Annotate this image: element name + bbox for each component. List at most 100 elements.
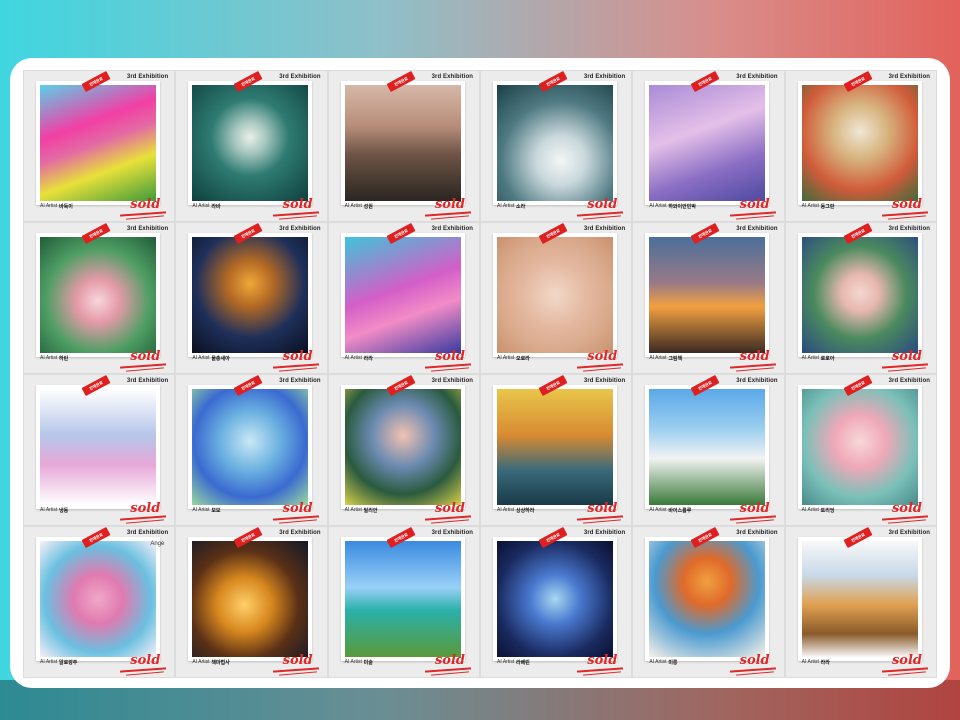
artwork-image[interactable]: [40, 237, 156, 353]
exhibition-label: 3rd Exhibition: [431, 74, 473, 80]
sold-underline: [888, 367, 926, 372]
sold-underline: [583, 215, 622, 220]
artist-label: AI Artist: [496, 355, 515, 361]
sold-label: sold: [739, 349, 770, 364]
artwork-image[interactable]: [496, 389, 613, 505]
exhibition-label: 3rd Exhibition: [279, 378, 321, 384]
artwork-frame: [36, 537, 160, 661]
artwork-card[interactable]: 3rd Exhibition 판매완료 AI Artist 냉동 sold: [23, 374, 176, 526]
sold-underline: [583, 367, 622, 372]
artwork-image[interactable]: [496, 541, 613, 657]
exhibition-label: 3rd Exhibition: [736, 378, 778, 384]
artwork-image[interactable]: [192, 237, 309, 353]
artwork-image[interactable]: [801, 389, 918, 505]
artwork-card[interactable]: 3rd Exhibition 판매완료 AI Artist 성원 sold: [327, 70, 480, 222]
artwork-frame: [340, 233, 465, 357]
artwork-image[interactable]: [40, 541, 156, 657]
artwork-title: 라라: [363, 356, 373, 362]
sold-underline: [735, 215, 774, 220]
artwork-image[interactable]: [649, 237, 766, 353]
artwork-card[interactable]: 3rd Exhibition 판매완료 AI Artist 밀리안 sold: [327, 374, 480, 526]
artwork-card[interactable]: 3rd Exhibition 판매완료 AI Artist 라베린 sold: [479, 526, 633, 678]
artwork-card[interactable]: 3rd Exhibition 판매완료 AI Artist 미술 sold: [327, 526, 480, 678]
artwork-card[interactable]: 3rd Exhibition 판매완료 AI Artist 바둑이 sold: [23, 70, 176, 222]
artwork-title: 성원: [363, 204, 373, 210]
artwork-frame: [188, 81, 313, 205]
artwork-frame: [492, 233, 617, 357]
artwork-image[interactable]: [192, 389, 309, 505]
artwork-card[interactable]: 3rd Exhibition 판매완료 AI Artist 라라 sold: [327, 222, 480, 374]
artwork-image[interactable]: [649, 541, 766, 657]
artwork-card[interactable]: 3rd Exhibition 판매완료 AI Artist 하린 sold: [23, 222, 176, 374]
artwork-card[interactable]: 3rd Exhibition 판매완료 AI Artist 미롱 sold: [632, 526, 785, 678]
artwork-frame: [645, 385, 770, 509]
artwork-image[interactable]: [344, 85, 461, 201]
sold-underline: [888, 215, 926, 220]
artwork-frame: [340, 81, 465, 205]
artwork-card[interactable]: 3rd Exhibition 판매완료 Ange AI Artist 알로랑주 sold: [23, 526, 176, 678]
sold-label: sold: [434, 653, 465, 668]
artwork-card[interactable]: 3rd Exhibition 판매완료 AI Artist 로로아 sold: [784, 222, 937, 374]
artwork-image[interactable]: [496, 237, 613, 353]
sold-label: sold: [739, 653, 770, 668]
artwork-image[interactable]: [496, 85, 613, 201]
artwork-card[interactable]: 3rd Exhibition 판매완료 AI Artist 토리엉 sold: [784, 374, 937, 526]
exhibition-label: 3rd Exhibition: [431, 226, 473, 232]
exhibition-label: 3rd Exhibition: [736, 530, 778, 536]
exhibition-label: 3rd Exhibition: [279, 530, 321, 536]
sold-label: sold: [282, 501, 313, 516]
artwork-card[interactable]: 3rd Exhibition 판매완료 AI Artist 라바 sold: [175, 70, 328, 222]
sold-label: sold: [282, 653, 313, 668]
exhibition-label: 3rd Exhibition: [126, 74, 169, 80]
artwork-image[interactable]: [344, 237, 461, 353]
artwork-title: 로로아: [820, 356, 835, 362]
artwork-frame: [188, 537, 313, 661]
exhibition-label: 3rd Exhibition: [583, 378, 626, 384]
artwork-title: 책마법사: [211, 660, 230, 666]
artwork-image[interactable]: [801, 541, 918, 657]
artwork-title: 바이스롤루: [668, 508, 692, 514]
exhibition-label: 3rd Exhibition: [279, 226, 321, 232]
sold-label: sold: [130, 653, 161, 668]
sold-label: sold: [739, 501, 770, 516]
artist-label: AI Artist: [649, 659, 667, 665]
artwork-image[interactable]: [192, 85, 309, 201]
sold-underline: [278, 215, 317, 220]
artwork-frame: [36, 385, 160, 509]
artwork-image[interactable]: [801, 237, 918, 353]
artwork-image[interactable]: [649, 85, 766, 201]
artwork-image[interactable]: [344, 541, 461, 657]
artwork-frame: [645, 233, 770, 357]
artwork-card[interactable]: 3rd Exhibition 판매완료 AI Artist 책마법사 sold: [175, 526, 328, 678]
artwork-image[interactable]: [344, 389, 461, 505]
artwork-frame: [492, 385, 617, 509]
artwork-image[interactable]: [192, 541, 309, 657]
artwork-frame: [797, 81, 922, 205]
artwork-card[interactable]: 3rd Exhibition 판매완료 AI Artist 소라 sold: [479, 70, 633, 222]
artwork-frame: [340, 537, 465, 661]
artwork-card[interactable]: 3rd Exhibition 판매완료 AI Artist 모모 sold: [175, 374, 328, 526]
artwork-image[interactable]: [40, 85, 156, 201]
artwork-title: 라베린: [515, 660, 530, 666]
artwork-image[interactable]: [40, 389, 156, 505]
artwork-title: 라라: [820, 660, 830, 666]
artwork-image[interactable]: [801, 85, 918, 201]
artwork-card[interactable]: 3rd Exhibition 판매완료 AI Artist 하와이안민박 sold: [632, 70, 785, 222]
sold-underline: [735, 519, 774, 524]
artwork-card[interactable]: 3rd Exhibition 판매완료 AI Artist 라라 sold: [784, 526, 937, 678]
artwork-image[interactable]: [649, 389, 766, 505]
artwork-frame: [492, 81, 617, 205]
artwork-card[interactable]: 3rd Exhibition 판매완료 AI Artist 상상하라 sold: [479, 374, 633, 526]
artist-label: AI Artist: [40, 507, 58, 513]
artwork-card[interactable]: 3rd Exhibition 판매완료 AI Artist 그림책 sold: [632, 222, 785, 374]
artwork-card[interactable]: 3rd Exhibition 판매완료 AI Artist 오로라 sold: [479, 222, 633, 374]
artwork-card[interactable]: 3rd Exhibition 판매완료 AI Artist 동그란 sold: [784, 70, 937, 222]
artist-label: AI Artist: [192, 659, 210, 665]
exhibition-label: 3rd Exhibition: [736, 226, 778, 232]
sold-underline: [431, 215, 469, 220]
sold-underline: [431, 367, 469, 372]
artist-label: AI Artist: [40, 203, 58, 209]
artwork-card[interactable]: 3rd Exhibition 판매완료 AI Artist 물총새아 sold: [175, 222, 328, 374]
artwork-card[interactable]: 3rd Exhibition 판매완료 AI Artist 바이스롤루 sold: [632, 374, 785, 526]
sold-underline: [126, 215, 165, 220]
